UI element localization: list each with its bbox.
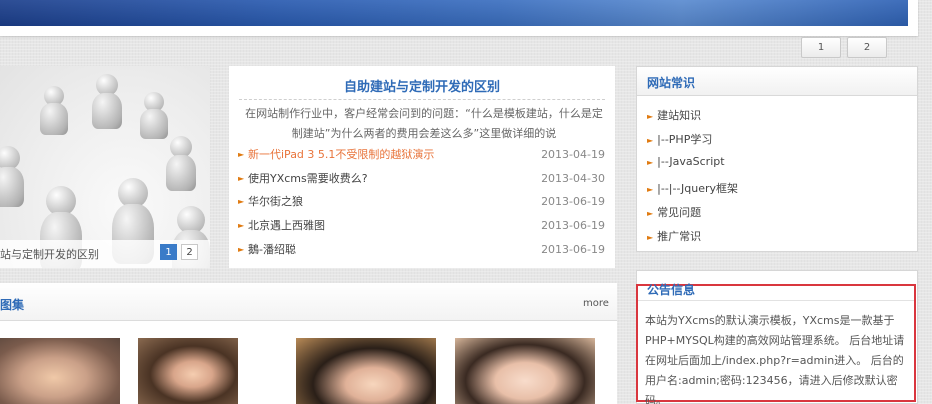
banner-image (0, 0, 908, 26)
knowledge-item[interactable]: ► |--PHP学习 (647, 131, 712, 147)
article-summary: 在网站制作行业中，客户经常会问到的问题：“什么是模板建站，什么是定制建站”为什么… (245, 107, 603, 140)
news-item-date: 2013-04-19 (541, 148, 605, 161)
news-item-title[interactable]: 华尔街之狼 (248, 190, 303, 214)
gallery-photo[interactable] (0, 338, 120, 404)
news-item-date: 2013-06-19 (541, 219, 605, 232)
bullet-icon: ► (647, 136, 654, 145)
news-item[interactable]: ► 新一代iPad 3 5.1不受限制的越狱演示 2013-04-19 (238, 143, 608, 167)
slideshow-image (0, 66, 210, 268)
banner-page-2-button[interactable]: 2 (847, 37, 887, 58)
notice-title: 公告信息 (647, 283, 696, 297)
news-item[interactable]: ► 鵝-潘绍聪 2013-06-19 (238, 238, 608, 262)
news-item-title[interactable]: 鵝-潘绍聪 (248, 238, 296, 262)
article-title[interactable]: 自助建站与定制开发的区别 (229, 76, 615, 95)
gallery-photo[interactable] (455, 338, 595, 404)
bullet-icon: ► (647, 112, 654, 121)
slideshow-dot-2[interactable]: 2 (181, 244, 198, 260)
gallery-more-link[interactable]: more (583, 298, 609, 309)
gallery-header (0, 283, 617, 321)
banner-page-1-button[interactable]: 1 (801, 37, 841, 58)
news-item-title[interactable]: 新一代iPad 3 5.1不受限制的越狱演示 (248, 143, 434, 167)
knowledge-box-title: 网站常识 (647, 76, 696, 90)
slideshow-caption[interactable]: 站与定制开发的区别 (0, 246, 99, 262)
news-item[interactable]: ► 使用YXcms需要收费么? 2013-04-30 (238, 167, 608, 191)
knowledge-item[interactable]: ► 推广常识 (647, 228, 701, 244)
knowledge-item[interactable]: ► |--JavaScript (647, 155, 725, 168)
knowledge-item[interactable]: ► |--|--Jquery框架 (647, 180, 738, 196)
news-item-date: 2013-04-30 (541, 172, 605, 185)
news-item-date: 2013-06-19 (541, 243, 605, 256)
news-item-title[interactable]: 使用YXcms需要收费么? (248, 167, 368, 191)
bullet-icon: ► (238, 221, 245, 230)
bullet-icon: ► (647, 209, 654, 218)
news-item-date: 2013-06-19 (541, 195, 605, 208)
notice-text: 本站为YXcms的默认演示模板，YXcms是一款基于PHP+MYSQL构建的高效… (645, 314, 905, 404)
knowledge-item[interactable]: ► 常见问题 (647, 204, 701, 220)
divider (239, 99, 605, 100)
bullet-icon: ► (647, 185, 654, 194)
knowledge-item-label[interactable]: |--|--Jquery框架 (657, 182, 738, 195)
knowledge-item[interactable]: ► 建站知识 (647, 107, 701, 123)
bullet-icon: ► (238, 245, 245, 254)
bullet-icon: ► (238, 174, 245, 183)
news-item[interactable]: ► 北京遇上西雅图 2013-06-19 (238, 214, 608, 238)
knowledge-item-label[interactable]: 常见问题 (657, 206, 701, 219)
bullet-icon: ► (647, 233, 654, 242)
slideshow[interactable] (0, 66, 210, 268)
knowledge-item-label[interactable]: |--PHP学习 (657, 133, 712, 146)
bullet-icon: ► (647, 158, 654, 167)
knowledge-item-label[interactable]: |--JavaScript (657, 155, 724, 168)
gallery-photo[interactable] (296, 338, 436, 404)
knowledge-item-label[interactable]: 推广常识 (657, 230, 701, 243)
bullet-icon: ► (238, 197, 245, 206)
knowledge-item-label[interactable]: 建站知识 (657, 109, 701, 122)
news-item[interactable]: ► 华尔街之狼 2013-06-19 (238, 190, 608, 214)
news-item-title[interactable]: 北京遇上西雅图 (248, 214, 325, 238)
gallery-photo[interactable] (138, 338, 238, 404)
divider (638, 300, 914, 301)
gallery-title: 图集 (0, 298, 25, 312)
bullet-icon: ► (238, 150, 245, 159)
slideshow-dot-1[interactable]: 1 (160, 244, 177, 260)
